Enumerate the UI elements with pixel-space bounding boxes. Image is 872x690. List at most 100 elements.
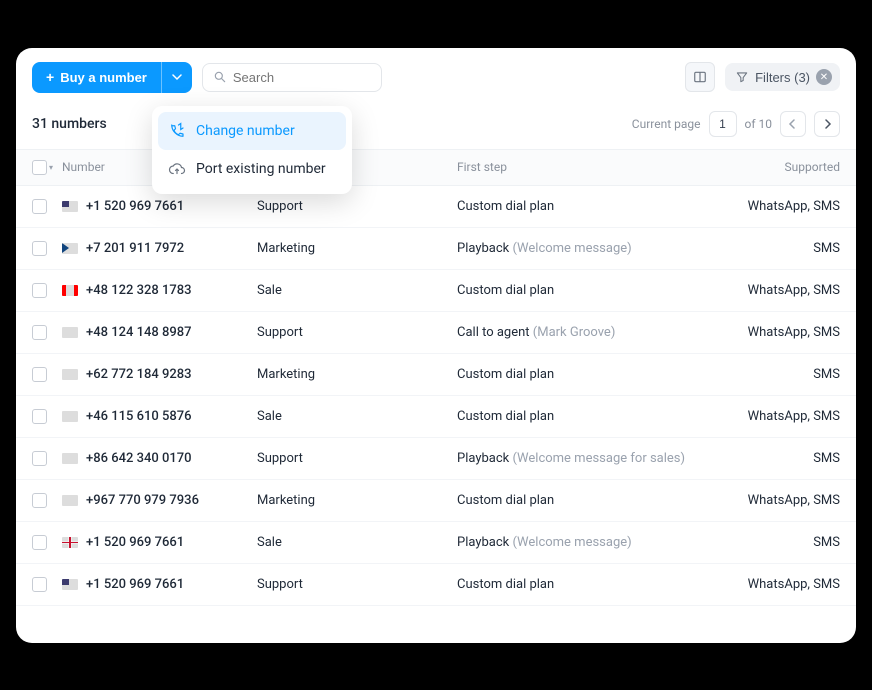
flag-icon — [62, 201, 78, 212]
phone-number: +967 770 979 7936 — [86, 493, 199, 508]
layout-toggle-button[interactable] — [685, 62, 715, 92]
filter-icon — [735, 70, 749, 84]
chevron-right-icon — [822, 119, 832, 129]
flag-icon — [62, 327, 78, 338]
number-name: Support — [257, 325, 457, 340]
dropdown-item-label: Port existing number — [196, 161, 326, 177]
number-name: Support — [257, 199, 457, 214]
dropdown-item-label: Change number — [196, 123, 295, 139]
number-name: Marketing — [257, 493, 457, 508]
row-checkbox[interactable] — [32, 367, 47, 382]
flag-icon — [62, 411, 78, 422]
table-header: ▾ Number Name First step Supported — [16, 149, 856, 186]
table-row[interactable]: +1 520 969 7661SupportCustom dial planWh… — [16, 186, 856, 228]
first-step: Playback (Welcome message for sales) — [457, 451, 720, 466]
filters-button[interactable]: Filters (3) ✕ — [725, 63, 840, 91]
buy-number-button[interactable]: + Buy a number — [32, 62, 161, 93]
supported-channels: WhatsApp, SMS — [720, 283, 840, 298]
table-row[interactable]: +1 520 969 7661 SalePlayback (Welcome mes… — [16, 522, 856, 564]
supported-channels: SMS — [720, 367, 840, 382]
first-step: Custom dial plan — [457, 577, 720, 592]
phone-number: +62 772 184 9283 — [86, 367, 192, 382]
plus-icon: + — [46, 70, 54, 84]
row-checkbox[interactable] — [32, 241, 47, 256]
table-row[interactable]: +62 772 184 9283 MarketingCustom dial pla… — [16, 354, 856, 396]
first-step: Playback (Welcome message) — [457, 535, 720, 550]
number-name: Support — [257, 577, 457, 592]
number-name: Marketing — [257, 367, 457, 382]
phone-number: +86 642 340 0170 — [86, 451, 192, 466]
page-input[interactable] — [709, 111, 737, 137]
number-name: Sale — [257, 535, 457, 550]
next-page-button[interactable] — [814, 111, 840, 137]
number-name: Sale — [257, 409, 457, 424]
flag-icon — [62, 495, 78, 506]
dropdown-port-number[interactable]: Port existing number — [158, 150, 346, 188]
table-row[interactable]: +1 520 969 7661 SupportCustom dial planWh… — [16, 564, 856, 606]
prev-page-button[interactable] — [780, 111, 806, 137]
flag-icon — [62, 453, 78, 464]
filters-label: Filters (3) — [755, 70, 810, 85]
table-row[interactable]: +967 770 979 7936 MarketingCustom dial pl… — [16, 480, 856, 522]
table-row[interactable]: +48 122 328 1783 SaleCustom dial planWhat… — [16, 270, 856, 312]
numbers-count: 31 numbers — [32, 116, 107, 132]
table-row[interactable]: +46 115 610 5876SaleCustom dial planWhat… — [16, 396, 856, 438]
row-checkbox[interactable] — [32, 409, 47, 424]
phone-number: +1 520 969 7661 — [86, 577, 184, 592]
row-checkbox[interactable] — [32, 451, 47, 466]
page-of-text: of 10 — [745, 117, 772, 131]
select-all-checkbox[interactable] — [32, 160, 47, 175]
table-body: +1 520 969 7661SupportCustom dial planWh… — [16, 186, 856, 606]
phone-number: +7 201 911 7972 — [86, 241, 184, 256]
buy-number-label: Buy a number — [60, 70, 147, 85]
row-checkbox[interactable] — [32, 199, 47, 214]
row-checkbox[interactable] — [32, 325, 47, 340]
search-input[interactable] — [233, 70, 371, 85]
dropdown-change-number[interactable]: Change number — [158, 112, 346, 150]
columns-icon — [693, 70, 707, 84]
search-input-wrapper[interactable] — [202, 63, 382, 92]
phone-number: +48 122 328 1783 — [86, 283, 192, 298]
flag-icon — [62, 285, 78, 296]
first-step: Custom dial plan — [457, 199, 720, 214]
phone-number: +48 124 148 8987 — [86, 325, 192, 340]
current-page-label: Current page — [632, 117, 701, 131]
table-row[interactable]: +48 124 148 8987SupportCall to agent (Ma… — [16, 312, 856, 354]
supported-channels: WhatsApp, SMS — [720, 493, 840, 508]
first-step: Custom dial plan — [457, 283, 720, 298]
chevron-left-icon — [788, 119, 798, 129]
flag-icon — [62, 243, 78, 254]
phone-number: +1 520 969 7661 — [86, 199, 184, 214]
clear-filters-icon[interactable]: ✕ — [816, 69, 832, 85]
column-header-supported[interactable]: Supported — [720, 160, 840, 174]
chevron-down-icon: ▾ — [49, 163, 53, 172]
supported-channels: SMS — [720, 535, 840, 550]
chevron-down-icon — [172, 72, 182, 82]
column-header-first-step[interactable]: First step — [457, 160, 720, 174]
row-checkbox[interactable] — [32, 577, 47, 592]
supported-channels: WhatsApp, SMS — [720, 409, 840, 424]
row-checkbox[interactable] — [32, 493, 47, 508]
first-step: Custom dial plan — [457, 493, 720, 508]
phone-number: +1 520 969 7661 — [86, 535, 184, 550]
number-name: Support — [257, 451, 457, 466]
phone-swap-icon — [168, 122, 186, 140]
supported-channels: WhatsApp, SMS — [720, 577, 840, 592]
number-name: Sale — [257, 283, 457, 298]
buy-number-dropdown: Change number Port existing number — [152, 106, 352, 194]
buy-number-dropdown-toggle[interactable] — [161, 62, 192, 93]
numbers-panel: + Buy a number Filters (3) ✕ 31 numbers … — [16, 48, 856, 643]
first-step: Custom dial plan — [457, 409, 720, 424]
row-checkbox[interactable] — [32, 283, 47, 298]
select-all-cell[interactable]: ▾ — [32, 160, 62, 175]
flag-icon — [62, 579, 78, 590]
supported-channels: SMS — [720, 241, 840, 256]
table-row[interactable]: +7 201 911 7972MarketingPlayback (Welcom… — [16, 228, 856, 270]
table-row[interactable]: +86 642 340 0170 SupportPlayback (Welcome… — [16, 438, 856, 480]
first-step: Custom dial plan — [457, 367, 720, 382]
subheader: 31 numbers Current page of 10 — [16, 107, 856, 149]
row-checkbox[interactable] — [32, 535, 47, 550]
supported-channels: SMS — [720, 451, 840, 466]
cloud-upload-icon — [168, 160, 186, 178]
pagination: Current page of 10 — [632, 111, 840, 137]
